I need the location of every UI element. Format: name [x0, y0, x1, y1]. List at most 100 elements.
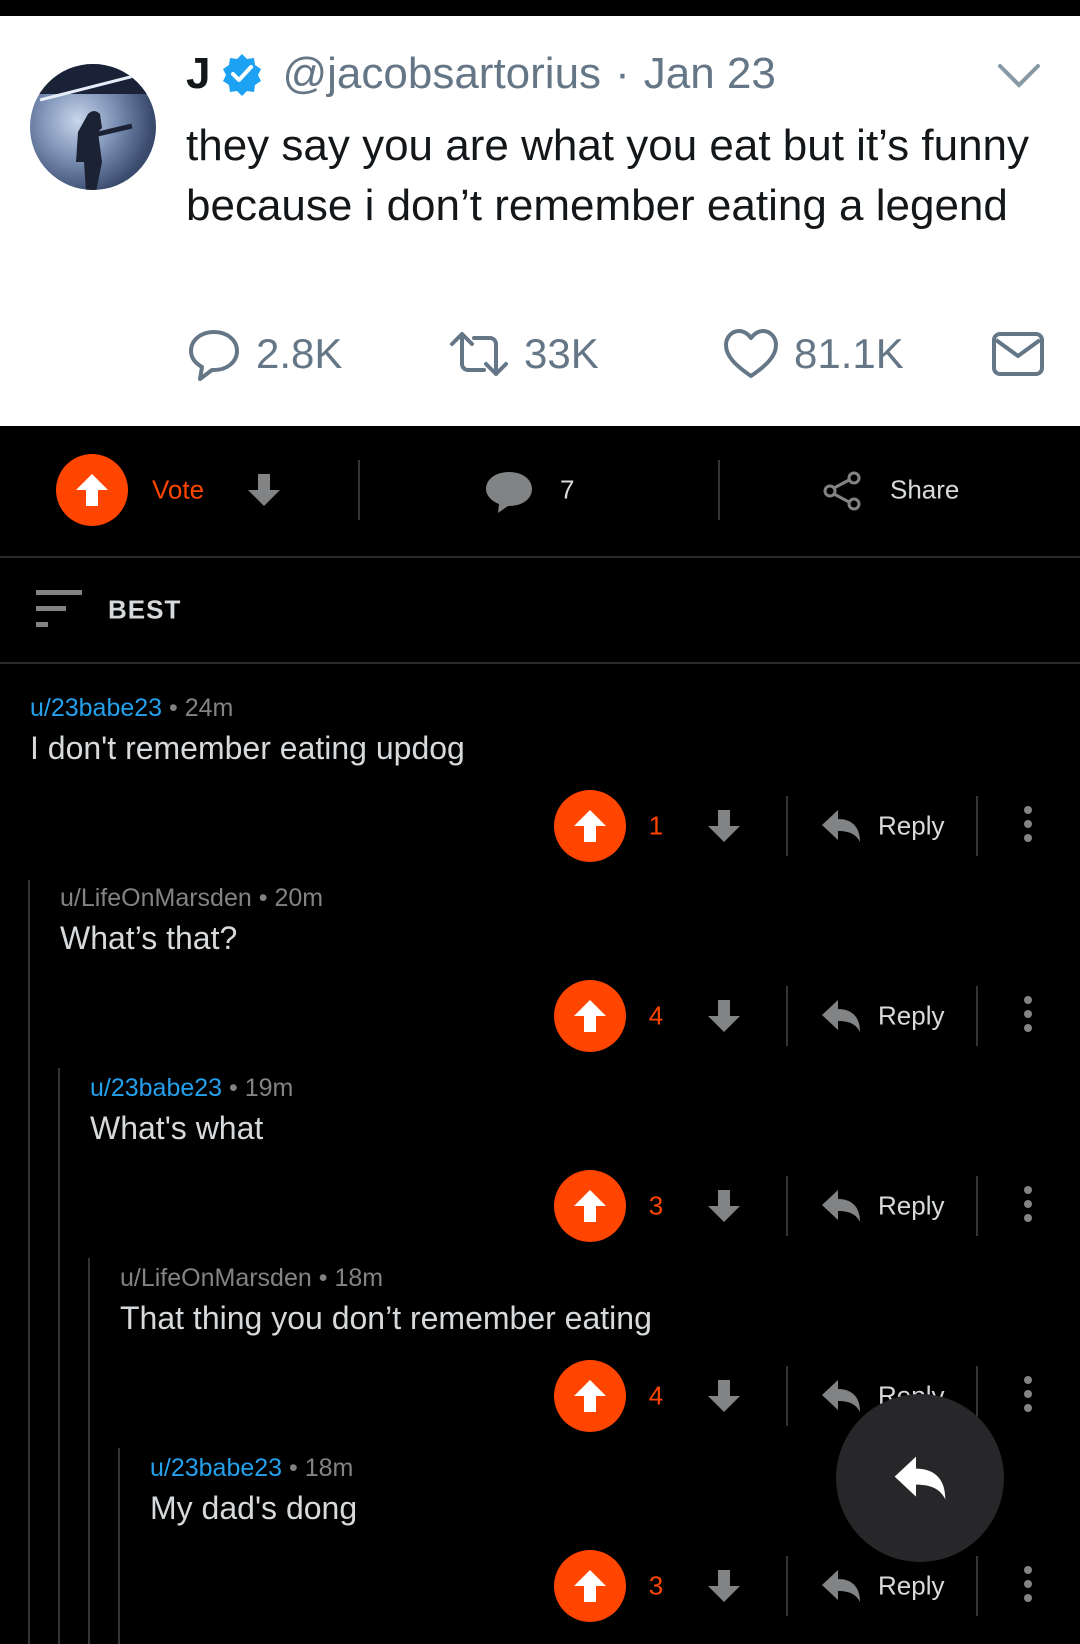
- reply-arrow-icon[interactable]: [820, 998, 862, 1034]
- tweet-author-name[interactable]: J: [186, 49, 210, 99]
- comment-author[interactable]: u/23babe23: [150, 1454, 282, 1482]
- reply-arrow-icon[interactable]: [820, 808, 862, 844]
- post-action-bar: Vote 7 Share: [0, 430, 1080, 558]
- post-upvote-button[interactable]: [56, 454, 128, 526]
- comment-author[interactable]: u/LifeOnMarsden: [60, 884, 252, 912]
- downvote-arrow-icon[interactable]: [706, 808, 742, 844]
- avatar[interactable]: [30, 64, 156, 190]
- more-options-icon[interactable]: [1022, 1186, 1034, 1226]
- comment-time: 24m: [184, 694, 234, 722]
- divider: [358, 460, 360, 520]
- more-options-icon[interactable]: [1022, 1566, 1034, 1606]
- comment-body: What's what: [90, 1110, 264, 1146]
- downvote-arrow-icon[interactable]: [246, 472, 282, 508]
- upvote-arrow-icon: [574, 1190, 606, 1222]
- divider: [718, 460, 720, 520]
- share-icon[interactable]: [822, 470, 862, 512]
- comment-body: That thing you don’t remember eating: [120, 1300, 652, 1336]
- comment-sort-bar[interactable]: BEST: [0, 558, 1080, 664]
- divider: [786, 1556, 788, 1616]
- comment-meta: u/23babe23 • 24m: [30, 694, 234, 722]
- comment-upvote-button[interactable]: [554, 1170, 626, 1242]
- share-label[interactable]: Share: [890, 475, 959, 506]
- comment-upvote-button[interactable]: [554, 980, 626, 1052]
- tweet-like-button[interactable]: 81.1K: [722, 324, 904, 384]
- comment-meta: u/LifeOnMarsden • 18m: [120, 1264, 384, 1292]
- divider: [976, 1176, 978, 1236]
- downvote-arrow-icon[interactable]: [706, 1188, 742, 1224]
- comment-score: 4: [648, 1380, 664, 1411]
- tweet-reply-button[interactable]: 2.8K: [186, 324, 342, 384]
- comment-actions: 1 Reply: [0, 790, 1080, 862]
- more-options-icon[interactable]: [1022, 806, 1034, 846]
- comment-upvote-button[interactable]: [554, 1550, 626, 1622]
- verified-badge-icon: [223, 54, 262, 96]
- divider: [976, 796, 978, 856]
- comment-score: 3: [648, 1190, 664, 1221]
- comment-upvote-button[interactable]: [554, 790, 626, 862]
- comment-reply-button[interactable]: Reply: [878, 1571, 944, 1602]
- comment-actions: 3 Reply: [0, 1170, 1080, 1242]
- comment-meta: u/LifeOnMarsden • 20m: [60, 884, 324, 912]
- comment-score: 4: [648, 1000, 664, 1031]
- comment-body: I don't remember eating updog: [30, 730, 465, 766]
- upvote-arrow-icon: [574, 1000, 606, 1032]
- comment-time: 18m: [334, 1264, 384, 1292]
- sort-icon: [36, 590, 82, 627]
- tweet-separator: ·: [615, 49, 630, 98]
- divider: [976, 986, 978, 1046]
- reply-count: 2.8K: [256, 330, 343, 377]
- comment-score: 1: [648, 810, 664, 841]
- tweet-dm-button[interactable]: [990, 324, 1060, 384]
- floating-reply-button[interactable]: [836, 1394, 1004, 1562]
- reply-arrow-icon[interactable]: [820, 1568, 862, 1604]
- comment-upvote-button[interactable]: [554, 1360, 626, 1432]
- downvote-arrow-icon[interactable]: [706, 998, 742, 1034]
- reply-arrow-icon[interactable]: [820, 1188, 862, 1224]
- divider: [786, 986, 788, 1046]
- reply-arrow-icon[interactable]: [820, 1378, 862, 1414]
- comment-score: 3: [648, 1570, 664, 1601]
- envelope-icon: [992, 332, 1044, 376]
- chevron-down-icon[interactable]: [994, 56, 1044, 96]
- more-options-icon[interactable]: [1022, 996, 1034, 1036]
- heart-icon: [724, 329, 778, 378]
- divider: [976, 1556, 978, 1616]
- tweet-retweet-button[interactable]: 33K: [448, 324, 599, 384]
- comment-time: 19m: [244, 1074, 294, 1102]
- downvote-arrow-icon[interactable]: [706, 1568, 742, 1604]
- comment-bubble-icon[interactable]: [484, 470, 534, 514]
- comment-reply-button[interactable]: Reply: [878, 1191, 944, 1222]
- comment-reply-button[interactable]: Reply: [878, 811, 944, 842]
- comment-author[interactable]: u/23babe23: [90, 1074, 222, 1102]
- comment-actions: 4 Reply: [0, 980, 1080, 1052]
- like-count: 81.1K: [794, 330, 904, 377]
- upvote-arrow-icon: [574, 810, 606, 842]
- comment-meta: u/23babe23 • 18m: [150, 1454, 354, 1482]
- comment-author[interactable]: u/LifeOnMarsden: [120, 1264, 312, 1292]
- comment-meta: u/23babe23 • 19m: [90, 1074, 294, 1102]
- retweet-icon: [450, 332, 508, 376]
- comment-time: 20m: [274, 884, 324, 912]
- tweet-date[interactable]: Jan 23: [644, 49, 776, 99]
- divider: [786, 796, 788, 856]
- comment-reply-button[interactable]: Reply: [878, 1001, 944, 1032]
- tweet-header: J @jacobsartorius · Jan 23: [186, 44, 776, 104]
- tweet-actions: 2.8K 33K 81.1K: [186, 324, 1056, 384]
- tweet-text: they say you are what you eat but it’s f…: [186, 121, 1030, 230]
- tweet-handle[interactable]: @jacobsartorius: [282, 49, 601, 99]
- reply-arrow-icon: [894, 1456, 946, 1500]
- downvote-arrow-icon[interactable]: [706, 1378, 742, 1414]
- comment-time: 18m: [304, 1454, 354, 1482]
- upvote-arrow-icon: [574, 1570, 606, 1602]
- tweet-card: J @jacobsartorius · Jan 23 they say you …: [0, 16, 1080, 426]
- comment-author[interactable]: u/23babe23: [30, 694, 162, 722]
- upvote-arrow-icon: [76, 474, 108, 506]
- divider: [786, 1366, 788, 1426]
- divider: [786, 1176, 788, 1236]
- more-options-icon[interactable]: [1022, 1376, 1034, 1416]
- vote-label: Vote: [152, 474, 205, 505]
- comment-body: What’s that?: [60, 920, 238, 956]
- comment-body: My dad's dong: [150, 1490, 358, 1526]
- comment-count: 7: [560, 474, 575, 505]
